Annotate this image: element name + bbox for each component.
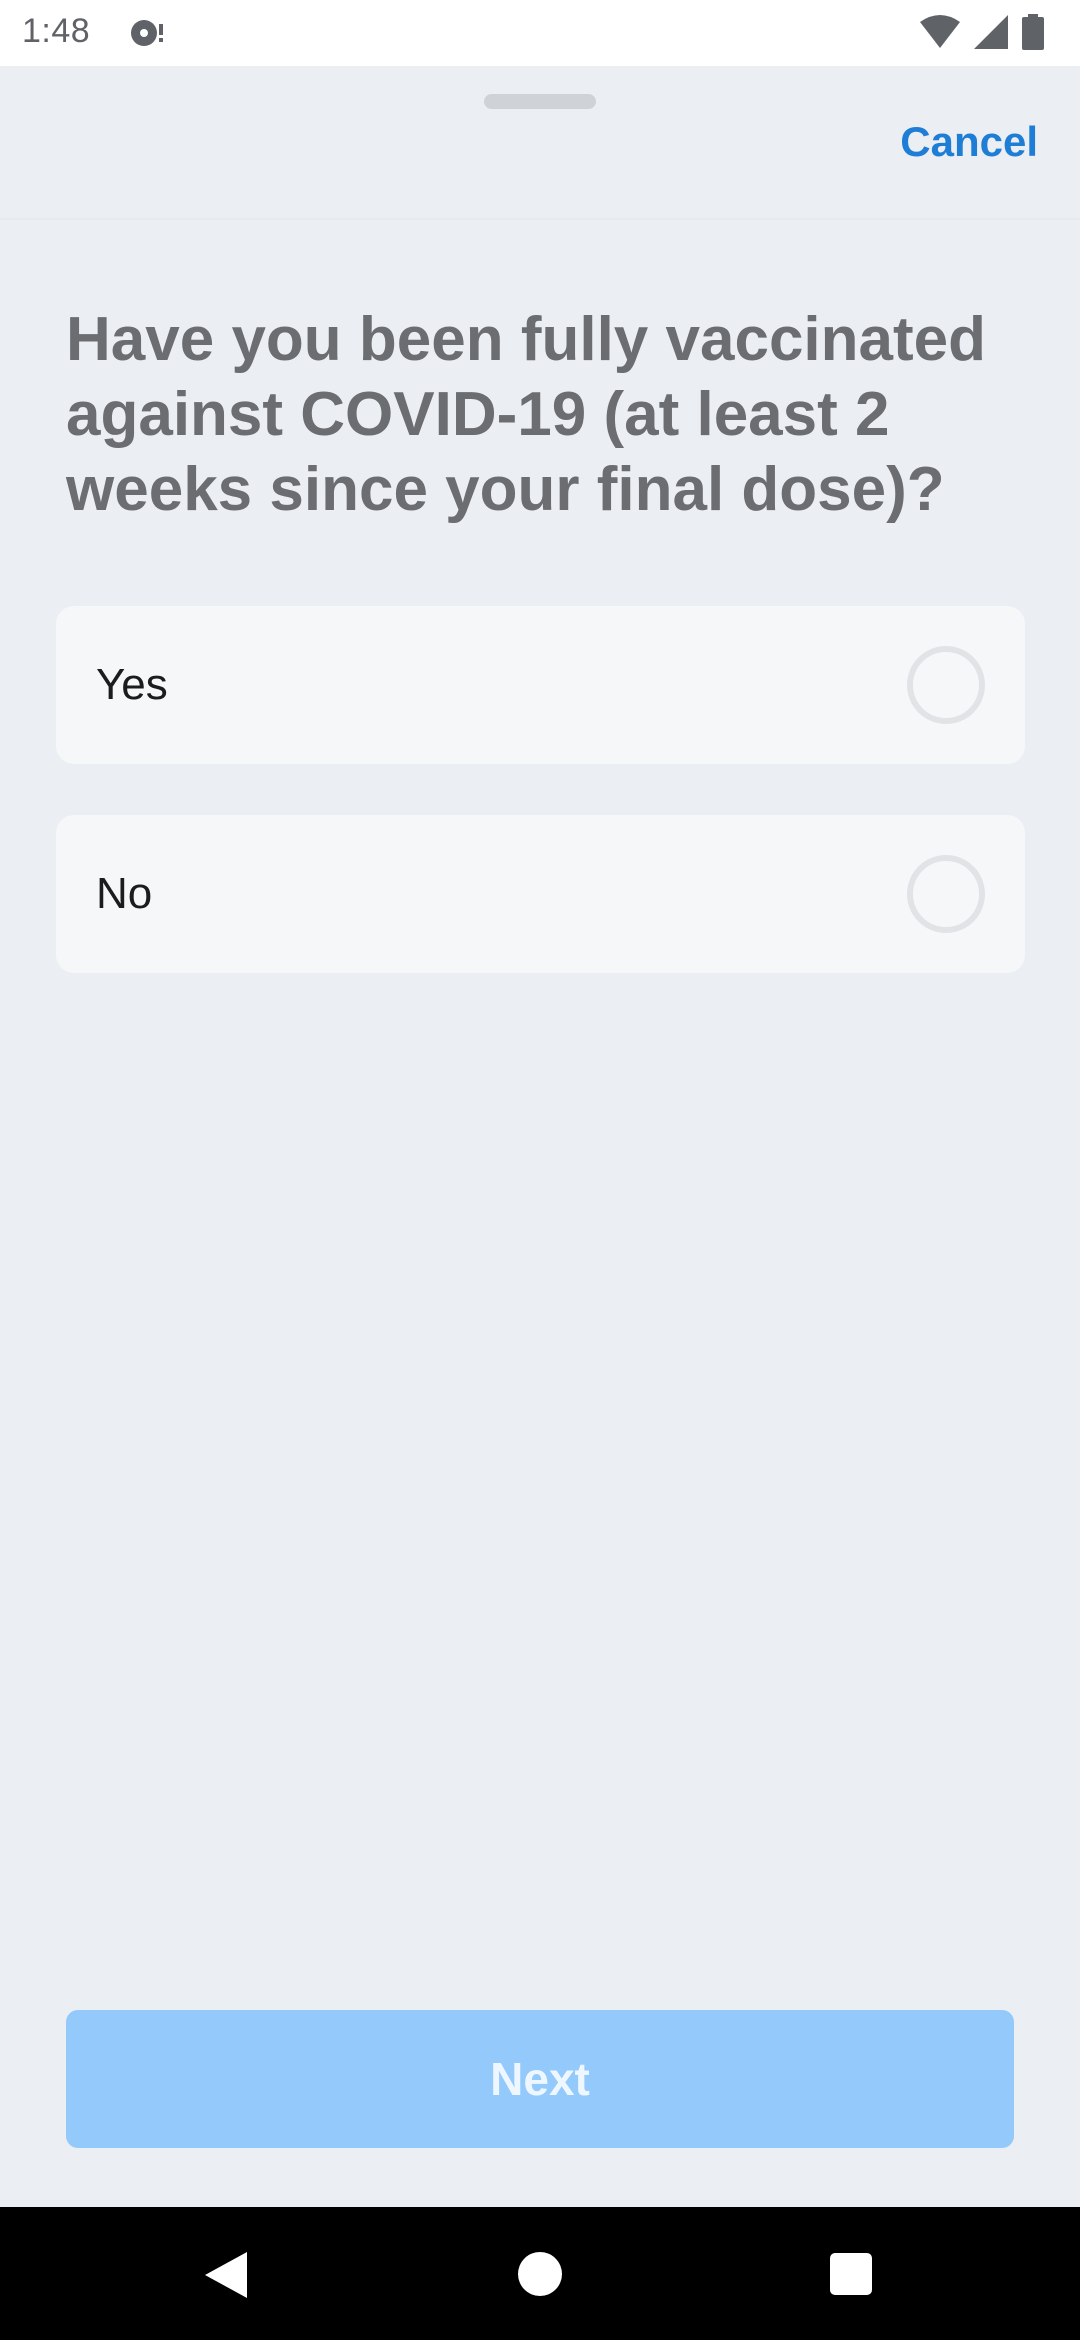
- option-no[interactable]: No: [56, 815, 1025, 973]
- recents-icon[interactable]: [830, 2253, 872, 2295]
- back-icon[interactable]: [205, 2252, 247, 2303]
- sheet-header: Cancel: [0, 66, 1080, 220]
- option-label: Yes: [96, 660, 168, 709]
- question-text: Have you been fully vaccinated against C…: [66, 305, 987, 524]
- navigation-bar: [0, 2207, 1080, 2340]
- next-button[interactable]: Next: [66, 2010, 1014, 2148]
- cell-signal-icon: [974, 15, 1008, 54]
- option-yes[interactable]: Yes: [56, 606, 1025, 764]
- option-label: No: [96, 869, 153, 918]
- home-icon[interactable]: [518, 2252, 562, 2296]
- cancel-button[interactable]: Cancel: [900, 118, 1038, 166]
- notification-icon: [128, 16, 168, 55]
- wifi-icon: [920, 14, 960, 55]
- radio-button[interactable]: [907, 646, 985, 724]
- radio-button[interactable]: [907, 855, 985, 933]
- bottom-sheet: Cancel Have you been fully vaccinated ag…: [0, 66, 1080, 2207]
- drag-handle[interactable]: [484, 94, 596, 109]
- battery-icon: [1022, 14, 1044, 55]
- status-bar: 1:48: [0, 0, 1080, 66]
- status-time: 1:48: [22, 12, 91, 50]
